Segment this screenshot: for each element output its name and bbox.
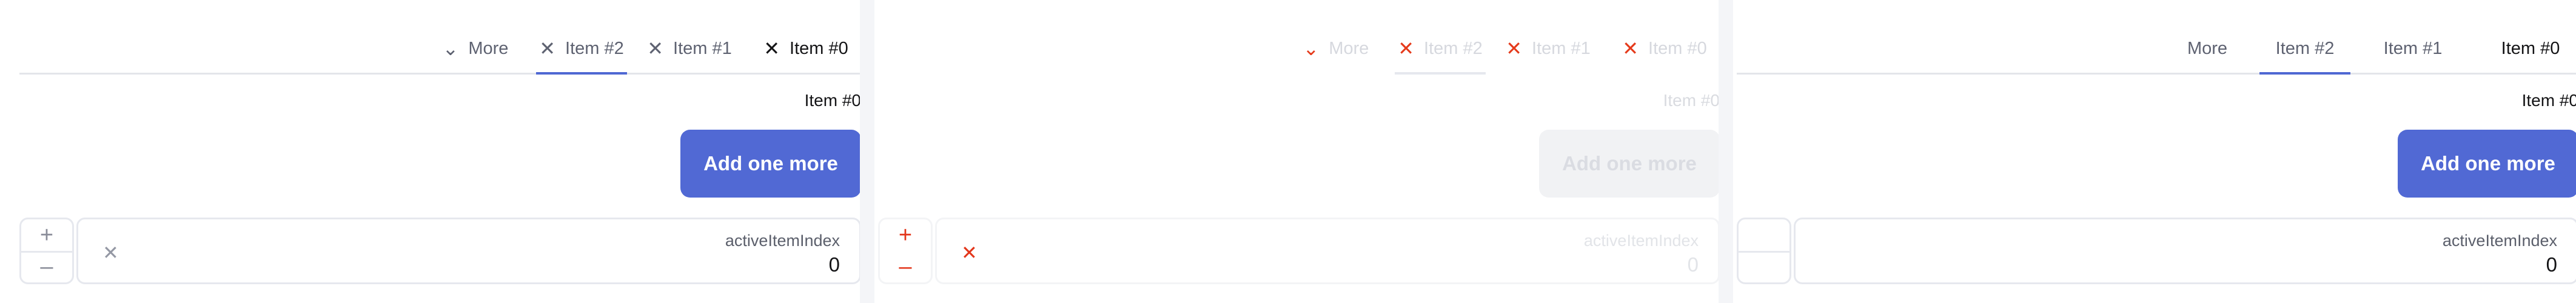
tab-bar: ⌄ More ✕ Item #2 ✕ Item #1 ✕ Item #0: [1737, 24, 2576, 75]
tab-label: Item #2: [2275, 38, 2335, 58]
close-icon[interactable]: ✕: [1506, 39, 1522, 58]
tab-more[interactable]: ⌄ More: [2171, 24, 2244, 73]
field-value[interactable]: 0: [829, 253, 840, 276]
add-one-more-button[interactable]: Add one more: [2398, 130, 2576, 198]
index-stepper: + –: [878, 218, 933, 284]
tab-item-0[interactable]: ✕ Item #0: [2483, 24, 2576, 73]
field-value[interactable]: 0: [1688, 253, 1699, 276]
decrement-button[interactable]: –: [21, 251, 72, 282]
index-stepper: [1737, 218, 1791, 284]
field-label: activeItemIndex: [725, 231, 840, 250]
active-item-label: Item #0: [1663, 91, 1720, 110]
field-label: activeItemIndex: [2442, 231, 2557, 250]
chevron-down-icon: ⌄: [442, 38, 459, 59]
tab-item-0[interactable]: ✕ Item #0: [1609, 24, 1720, 73]
clear-icon[interactable]: ✕: [961, 241, 978, 264]
increment-button[interactable]: +: [880, 219, 931, 253]
chevron-down-icon: ⌄: [1303, 38, 1320, 59]
decrement-button[interactable]: –: [880, 251, 931, 282]
active-item-label: Item #0: [804, 91, 861, 110]
tab-label: More: [1329, 38, 1369, 58]
field-label: activeItemIndex: [1583, 231, 1699, 250]
decrement-button[interactable]: [1739, 251, 1789, 282]
tab-more[interactable]: ⌄ More: [1296, 24, 1375, 73]
tab-item-1[interactable]: ✕ Item #1: [2367, 24, 2458, 73]
active-item-index-field[interactable]: ✕ activeItemIndex 0: [935, 218, 1720, 284]
active-item-index-field[interactable]: ✕ activeItemIndex 0: [76, 218, 861, 284]
tab-more[interactable]: ⌄ More: [437, 24, 514, 73]
increment-button[interactable]: +: [21, 219, 72, 253]
add-one-more-button[interactable]: Add one more: [680, 130, 861, 198]
tab-label: More: [2187, 38, 2228, 58]
clear-icon[interactable]: ✕: [102, 241, 119, 264]
tab-item-1[interactable]: ✕ Item #1: [644, 24, 735, 73]
panel-divider: [1719, 0, 1733, 303]
panel-divider: [860, 0, 874, 303]
tab-bar: ⌄ More ✕ Item #2 ✕ Item #1 ✕ Item #0: [878, 24, 1720, 75]
tab-item-0[interactable]: ✕ Item #0: [751, 24, 861, 73]
tab-item-2[interactable]: ✕ Item #2: [2259, 24, 2350, 75]
index-stepper: + –: [19, 218, 74, 284]
add-one-more-button[interactable]: Add one more: [1539, 130, 1720, 198]
tab-bar: ⌄ More ✕ Item #2 ✕ Item #1 ✕ Item #0: [19, 24, 861, 75]
tab-label: Item #1: [1532, 38, 1591, 58]
active-item-index-field[interactable]: activeItemIndex 0: [1794, 218, 2576, 284]
close-icon[interactable]: ✕: [1622, 39, 1639, 58]
tabs-demo-default: ⌄ More ✕ Item #2 ✕ Item #1 ✕ Item #0 Ite…: [19, 0, 861, 303]
tab-label: Item #2: [565, 38, 624, 58]
tabs-demo-plain: ⌄ More ✕ Item #2 ✕ Item #1 ✕ Item #0 Ite…: [1737, 0, 2576, 303]
tab-label: Item #0: [2501, 38, 2560, 58]
close-icon[interactable]: ✕: [763, 39, 780, 58]
tab-label: Item #0: [790, 38, 848, 58]
tab-label: Item #1: [2383, 38, 2443, 58]
close-icon[interactable]: ✕: [539, 39, 555, 58]
tab-label: More: [468, 38, 509, 58]
tab-item-2[interactable]: ✕ Item #2: [1395, 24, 1486, 75]
tabs-demo-disabled: ⌄ More ✕ Item #2 ✕ Item #1 ✕ Item #0 Ite…: [878, 0, 1720, 303]
tab-item-2[interactable]: ✕ Item #2: [536, 24, 627, 75]
tab-item-1[interactable]: ✕ Item #1: [1503, 24, 1594, 73]
increment-button[interactable]: [1739, 219, 1789, 253]
tab-label: Item #1: [673, 38, 732, 58]
field-value[interactable]: 0: [2546, 253, 2557, 276]
close-icon[interactable]: ✕: [647, 39, 663, 58]
close-icon[interactable]: ✕: [1398, 39, 1414, 58]
active-item-label: Item #0: [2521, 91, 2576, 110]
tab-label: Item #2: [1424, 38, 1483, 58]
tab-label: Item #0: [1648, 38, 1707, 58]
